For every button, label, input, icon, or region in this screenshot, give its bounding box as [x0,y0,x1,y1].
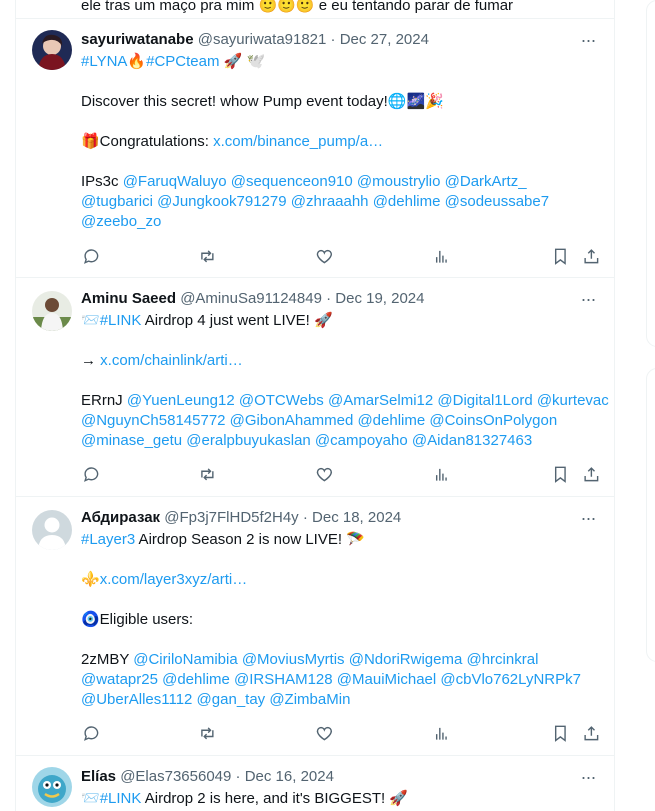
emoji: 📨 [81,312,100,329]
share-icon[interactable] [581,723,601,743]
previous-tweet-text: ele tras um maço pra mim 🙂🙂🙂 e eu tentan… [81,0,514,14]
tweet-date[interactable]: Dec 19, 2024 [335,290,424,307]
bookmark-icon[interactable] [550,464,570,484]
tweet[interactable]: sayuriwatanabe @sayuriwata91821 · Dec 27… [16,18,614,278]
text-line: Airdrop 4 just went LIVE! 🚀 [141,312,333,329]
sidebar-card-edge [646,368,655,662]
tweet-header: Elías @Elas73656049 · Dec 16, 2024 [81,767,334,787]
text-line: Airdrop Season 2 is now LIVE! 🪂 [135,531,365,548]
mentions[interactable]: @FaruqWaluyo @sequenceon910 @moustrylio … [123,173,527,190]
share-icon[interactable] [581,464,601,484]
tweet[interactable]: Aminu Saeed @AminuSa91124849 · Dec 19, 2… [16,277,614,497]
separator-dot: · [330,31,336,48]
display-name[interactable]: sayuriwatanabe [81,31,194,48]
previous-tweet-fragment[interactable]: ele tras um maço pra mim 🙂🙂🙂 e eu tentan… [16,0,614,19]
tweet-text: 📨#LINK Airdrop 4 just went LIVE! 🚀 → x.c… [81,311,609,451]
display-name[interactable]: Elías [81,768,116,785]
display-name[interactable]: Aminu Saeed [81,290,176,307]
like-icon[interactable] [314,246,334,266]
separator-dot: · [235,768,241,785]
mentions[interactable]: @minase_getu @eralpbuyukaslan @campoyaho… [81,431,601,451]
emoji: 🚀 🕊️ [219,53,266,70]
tweet-date[interactable]: Dec 16, 2024 [245,768,334,785]
separator-dot: · [302,509,308,526]
sidebar-card-edge [646,0,655,347]
bookmark-icon[interactable] [550,246,570,266]
views-icon[interactable] [431,723,451,743]
hashtag-link[interactable]: #LYNA [81,53,127,70]
tweet-date[interactable]: Dec 18, 2024 [312,509,401,526]
mentions[interactable]: @tugbarici @Jungkook791279 @zhraaahh @de… [81,192,601,212]
retweet-icon[interactable] [197,464,217,484]
share-icon[interactable] [581,246,601,266]
tweet-text: #Layer3 Airdrop Season 2 is now LIVE! 🪂 … [81,530,601,710]
timeline-feed: ele tras um maço pra mim 🙂🙂🙂 e eu tentan… [15,0,615,811]
tweet-text: #LYNA🔥#CPCteam 🚀 🕊️ Discover this secret… [81,52,601,232]
tweet[interactable]: Elías @Elas73656049 · Dec 16, 2024 ··· 📨… [16,755,614,811]
text-line: 🧿Eligible users: [81,611,194,628]
tweet-header: sayuriwatanabe @sayuriwata91821 · Dec 27… [81,30,429,50]
hashtag-link[interactable]: #CPCteam [146,53,219,70]
mentions[interactable]: @YuenLeung12 @OTCWebs @AmarSelmi12 @Digi… [127,392,609,409]
mentions[interactable]: @UberAlles1112 @gan_tay @ZimbaMin [81,690,601,710]
tweet-date[interactable]: Dec 27, 2024 [340,31,429,48]
like-icon[interactable] [314,464,334,484]
arrow-text: → [81,352,101,369]
mentions[interactable]: @NguynCh58145772 @GibonAhammed @dehlime … [81,411,601,431]
hashtag-link[interactable]: #LINK [100,312,142,329]
tweet-text: 📨#LINK Airdrop 2 is here, and it's BIGGE… [81,789,601,809]
action-bar [81,723,601,743]
hashtag-link[interactable]: #Layer3 [81,531,135,548]
text-line: Discover this secret! whow Pump event to… [81,93,444,110]
views-icon[interactable] [431,246,451,266]
retweet-icon[interactable] [197,246,217,266]
mentions[interactable]: @zeebo_zo [81,212,601,232]
more-options-icon[interactable]: ··· [578,30,598,50]
reply-icon[interactable] [81,246,101,266]
text-line: Airdrop 2 is here, and it's BIGGEST! 🚀 [141,790,409,807]
text-line: ERrnJ [81,392,127,409]
views-icon[interactable] [431,464,451,484]
url-link[interactable]: x.com/chainlink/arti… [100,352,243,369]
avatar[interactable] [32,30,72,70]
url-link[interactable]: x.com/layer3xyz/arti… [100,571,248,588]
like-icon[interactable] [314,723,334,743]
display-name[interactable]: Абдиразак [81,509,160,526]
tweet-header: Aminu Saeed @AminuSa91124849 · Dec 19, 2… [81,289,425,309]
emoji: 📨 [81,790,100,807]
user-handle[interactable]: @Elas73656049 [120,768,231,785]
mentions[interactable]: @CiriloNamibia @MoviusMyrtis @NdoriRwige… [133,651,538,668]
separator-dot: · [326,290,332,307]
text-line: IPs3c [81,173,123,190]
avatar[interactable] [32,767,72,807]
reply-icon[interactable] [81,464,101,484]
mentions[interactable]: @watapr25 @dehlime @IRSHAM128 @MauiMicha… [81,670,601,690]
text-line: 2zMBY [81,651,134,668]
emoji: ⚜️ [81,571,100,588]
user-handle[interactable]: @AminuSa91124849 [180,290,322,307]
tweet[interactable]: Абдиразак @Fp3j7FlHD5f2H4y · Dec 18, 202… [16,496,614,756]
emoji: 🔥 [127,53,147,70]
hashtag-link[interactable]: #LINK [100,790,142,807]
avatar[interactable] [32,291,72,331]
reply-icon[interactable] [81,723,101,743]
retweet-icon[interactable] [197,723,217,743]
bookmark-icon[interactable] [550,723,570,743]
url-link[interactable]: x.com/binance_pump/a… [213,133,383,150]
more-options-icon[interactable]: ··· [578,767,598,787]
more-options-icon[interactable]: ··· [578,289,598,309]
action-bar [81,246,601,266]
action-bar [81,464,601,484]
text-line: 🎁Congratulations: [81,133,214,150]
user-handle[interactable]: @sayuriwata91821 [198,31,327,48]
avatar[interactable] [32,510,72,550]
tweet-header: Абдиразак @Fp3j7FlHD5f2H4y · Dec 18, 202… [81,508,401,528]
more-options-icon[interactable]: ··· [578,508,598,528]
user-handle[interactable]: @Fp3j7FlHD5f2H4y [164,509,298,526]
